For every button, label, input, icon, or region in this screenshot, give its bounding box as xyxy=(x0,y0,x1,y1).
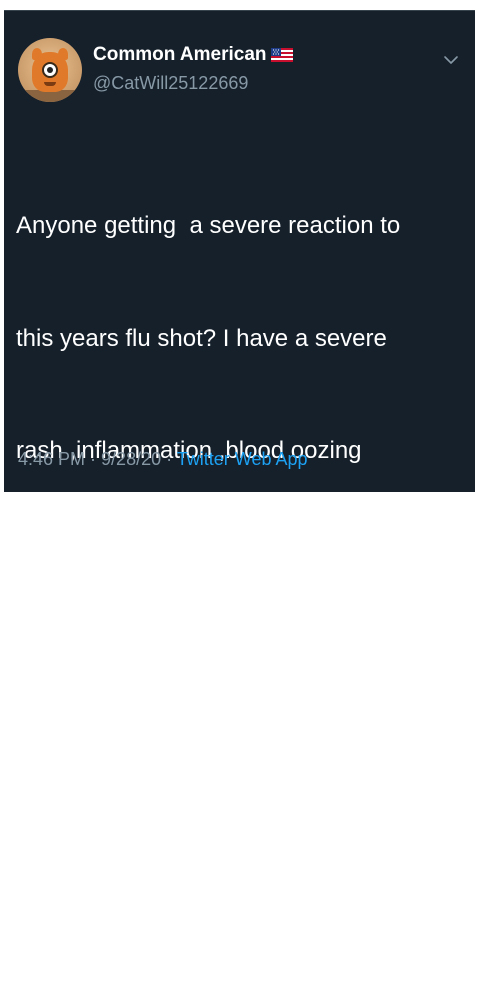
tweet-source-link[interactable]: Twitter Web App xyxy=(177,449,308,469)
name-row[interactable]: Common American xyxy=(93,44,293,66)
user-handle[interactable]: @CatWill25122669 xyxy=(93,72,248,94)
meta-separator: · xyxy=(85,449,102,469)
tweet-time[interactable]: 4:46 PM xyxy=(18,449,85,469)
tweet-text: Anyone getting a severe reaction to this… xyxy=(16,132,466,995)
tweet-line: Shot!FYI xyxy=(16,887,110,914)
display-name[interactable]: Common American xyxy=(93,44,267,66)
tweet-card: Common American @CatWill25122669 Anyone … xyxy=(4,10,475,914)
tweet-line: this years flu shot? I have a severe xyxy=(16,324,387,352)
chevron-down-icon[interactable] xyxy=(441,50,461,70)
tweet-line: Anyone getting a severe reaction to xyxy=(16,212,401,239)
us-flag-icon xyxy=(270,48,293,62)
tweet-line: medication not resolving reaction. You xyxy=(16,662,421,689)
screenshot-frame: Common American @CatWill25122669 Anyone … xyxy=(0,0,479,914)
tweet-meta: 4:46 PM · 9/28/20 · Twitter Web App xyxy=(18,448,308,470)
tweet-line: might not want to take this Years Flu xyxy=(16,774,402,802)
divider xyxy=(4,10,475,11)
meta-separator: · xyxy=(161,449,177,469)
tweet-line: sores .Starting on 2nd week w/ xyxy=(16,549,345,577)
tweet-date[interactable]: 9/28/20 xyxy=(101,449,161,469)
avatar-pupil xyxy=(47,67,53,73)
avatar[interactable] xyxy=(18,38,82,102)
